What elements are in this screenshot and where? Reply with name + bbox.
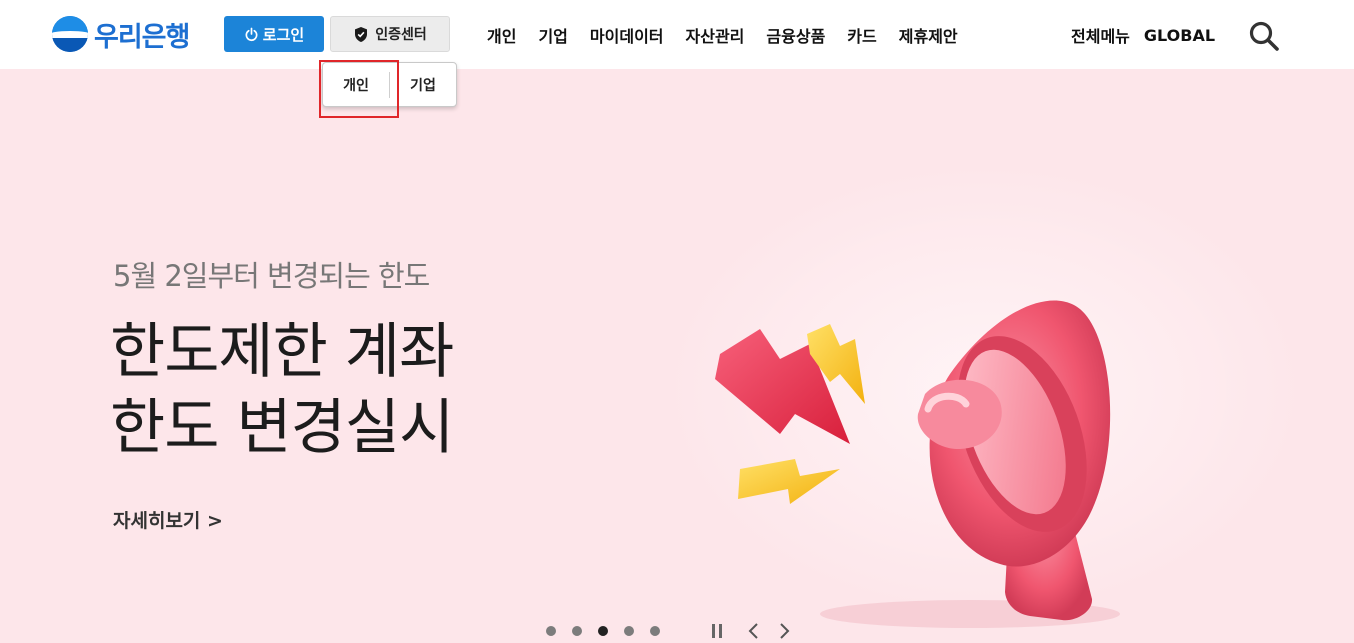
woori-bank-logo[interactable]: 우리은행 — [52, 14, 190, 54]
login-label: 로그인 — [262, 25, 305, 44]
woori-bank-logo-icon — [52, 16, 88, 52]
shield-icon — [355, 26, 368, 42]
carousel-dot-3[interactable] — [598, 626, 608, 636]
carousel-dot-2[interactable] — [572, 626, 582, 636]
all-menu-link[interactable]: 전체메뉴 — [1071, 23, 1130, 47]
main-nav: 개인 기업 마이데이터 자산관리 금융상품 카드 제휴제안 — [487, 22, 958, 48]
pause-icon[interactable] — [706, 621, 728, 641]
header: 우리은행 로그인 인증센터 개인 기업 마이데이터 자산관리 금융상품 카드 제… — [0, 0, 1354, 69]
carousel-dot-1[interactable] — [546, 626, 556, 636]
highlight-box — [319, 60, 399, 118]
nav-item-partnership[interactable]: 제휴제안 — [899, 23, 958, 47]
global-link[interactable]: GLOBAL — [1144, 26, 1215, 45]
nav-item-asset-management[interactable]: 자산관리 — [686, 23, 745, 47]
megaphone-icon — [715, 300, 1120, 628]
details-link[interactable]: 자세히보기 > — [113, 506, 223, 533]
chevron-left-icon[interactable] — [742, 621, 764, 641]
hero-title-line2: 한도 변경실시 — [110, 393, 454, 463]
hero-subtitle: 5월 2일부터 변경되는 한도 — [113, 259, 430, 293]
search-icon[interactable] — [1248, 20, 1280, 52]
carousel-controls — [546, 621, 796, 641]
carousel-dot-4[interactable] — [624, 626, 634, 636]
chevron-right-icon[interactable] — [774, 621, 796, 641]
power-icon — [245, 27, 258, 41]
nav-item-business[interactable]: 기업 — [538, 23, 567, 47]
hero-title: 한도제한 계좌 한도 변경실시 — [110, 314, 454, 466]
utility-menu: 전체메뉴 GLOBAL — [1071, 22, 1229, 48]
hero-title-line1: 한도제한 계좌 — [110, 317, 454, 387]
logo-text: 우리은행 — [94, 21, 190, 53]
cert-center-button[interactable]: 인증센터 — [330, 16, 450, 52]
nav-item-financial-products[interactable]: 금융상품 — [766, 23, 825, 47]
cert-center-label: 인증센터 — [375, 27, 427, 43]
hero-banner: 5월 2일부터 변경되는 한도 한도제한 계좌 한도 변경실시 자세히보기 > — [0, 69, 1354, 643]
nav-item-card[interactable]: 카드 — [847, 23, 876, 47]
login-button[interactable]: 로그인 — [224, 16, 324, 52]
nav-item-mydata[interactable]: 마이데이터 — [590, 23, 664, 47]
cert-dropdown-item-business[interactable]: 기업 — [390, 75, 456, 95]
carousel-dot-5[interactable] — [650, 626, 660, 636]
nav-item-personal[interactable]: 개인 — [487, 23, 516, 47]
